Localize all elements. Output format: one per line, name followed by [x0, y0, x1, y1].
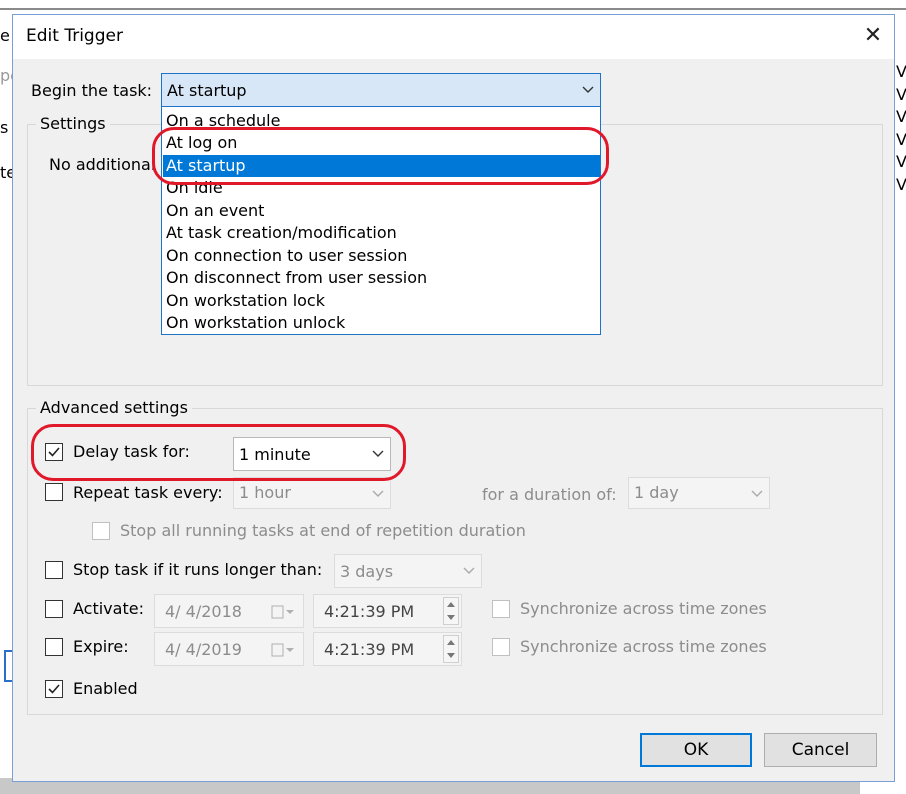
background-left-fragment: s [0, 118, 9, 137]
repeat-task-label[interactable]: Repeat task every: [73, 483, 223, 502]
activate-time-spinner: 4:21:39 PM [313, 594, 462, 628]
advanced-settings-title: Advanced settings [36, 398, 192, 417]
activate-time-value: 4:21:39 PM [324, 602, 415, 621]
enabled-checkbox[interactable] [45, 680, 63, 698]
expire-date-picker: 4/ 4/2019 [154, 632, 304, 666]
activate-checkbox[interactable] [45, 600, 63, 618]
activate-sync-checkbox [492, 600, 510, 618]
activate-label[interactable]: Activate: [73, 599, 144, 618]
activate-date-picker: 4/ 4/2018 [154, 594, 304, 628]
stop-running-checkbox [92, 522, 110, 540]
dropdown-option-on-workstation-unlock[interactable]: On workstation unlock [166, 312, 596, 334]
duration-value: 1 day [634, 483, 679, 502]
dialog-titlebar [13, 15, 894, 59]
annotation-ring-delay [31, 424, 406, 481]
background-right-fragment: V [896, 107, 906, 126]
annotation-ring-startup [152, 127, 609, 185]
background-right-fragment: V [896, 62, 906, 81]
ok-button[interactable]: OK [640, 733, 752, 767]
expire-time-spinner: 4:21:39 PM [313, 632, 462, 666]
checkmark-icon [48, 684, 60, 694]
dialog-title: Edit Trigger [26, 26, 123, 46]
calendar-icon [271, 605, 294, 619]
calendar-icon [271, 643, 294, 657]
settings-description: No additional [49, 155, 156, 174]
begin-task-select[interactable]: At startup [161, 73, 601, 107]
enabled-label[interactable]: Enabled [73, 679, 138, 698]
background-right-fragment: V [896, 85, 906, 104]
stop-longer-checkbox[interactable] [45, 561, 63, 579]
begin-task-value: At startup [167, 81, 247, 100]
expire-time-value: 4:21:39 PM [324, 640, 415, 659]
stop-longer-value: 3 days [340, 562, 394, 581]
chevron-down-icon [372, 490, 384, 497]
activate-date-value: 4/ 4/2018 [165, 602, 242, 621]
duration-select: 1 day [628, 477, 770, 509]
stop-running-label: Stop all running tasks at end of repetit… [120, 521, 526, 540]
expire-label[interactable]: Expire: [73, 637, 129, 656]
repeat-task-value: 1 hour [239, 483, 291, 502]
close-icon[interactable]: ✕ [858, 22, 888, 50]
background-left-fragment: e [0, 26, 10, 45]
activate-sync-label: Synchronize across time zones [520, 599, 767, 618]
spinner-arrows-icon [443, 635, 459, 663]
settings-group-title: Settings [36, 114, 110, 133]
stop-longer-label[interactable]: Stop task if it runs longer than: [73, 560, 322, 579]
dropdown-option-on-connection[interactable]: On connection to user session [166, 245, 596, 267]
spinner-arrows-icon [443, 597, 459, 625]
expire-checkbox[interactable] [45, 638, 63, 656]
begin-task-label: Begin the task: [31, 81, 153, 100]
repeat-task-checkbox[interactable] [45, 483, 63, 501]
expire-sync-checkbox [492, 638, 510, 656]
background-divider [0, 8, 906, 10]
chevron-down-icon [582, 86, 594, 93]
duration-label: for a duration of: [482, 485, 617, 504]
dropdown-option-on-an-event[interactable]: On an event [166, 200, 596, 222]
background-right-fragment: V [896, 130, 906, 149]
expire-date-value: 4/ 4/2019 [165, 640, 242, 659]
dropdown-option-on-disconnect[interactable]: On disconnect from user session [166, 267, 596, 289]
stop-longer-select: 3 days [334, 554, 482, 588]
chevron-down-icon [751, 490, 763, 497]
expire-sync-label: Synchronize across time zones [520, 637, 767, 656]
dropdown-option-on-workstation-lock[interactable]: On workstation lock [166, 290, 596, 312]
cancel-button[interactable]: Cancel [764, 733, 877, 767]
chevron-down-icon [463, 567, 475, 574]
repeat-task-select: 1 hour [233, 477, 391, 509]
background-right-fragment: V [896, 175, 906, 194]
dropdown-option-at-task-creation[interactable]: At task creation/modification [166, 222, 596, 244]
background-right-fragment: V [896, 152, 906, 171]
